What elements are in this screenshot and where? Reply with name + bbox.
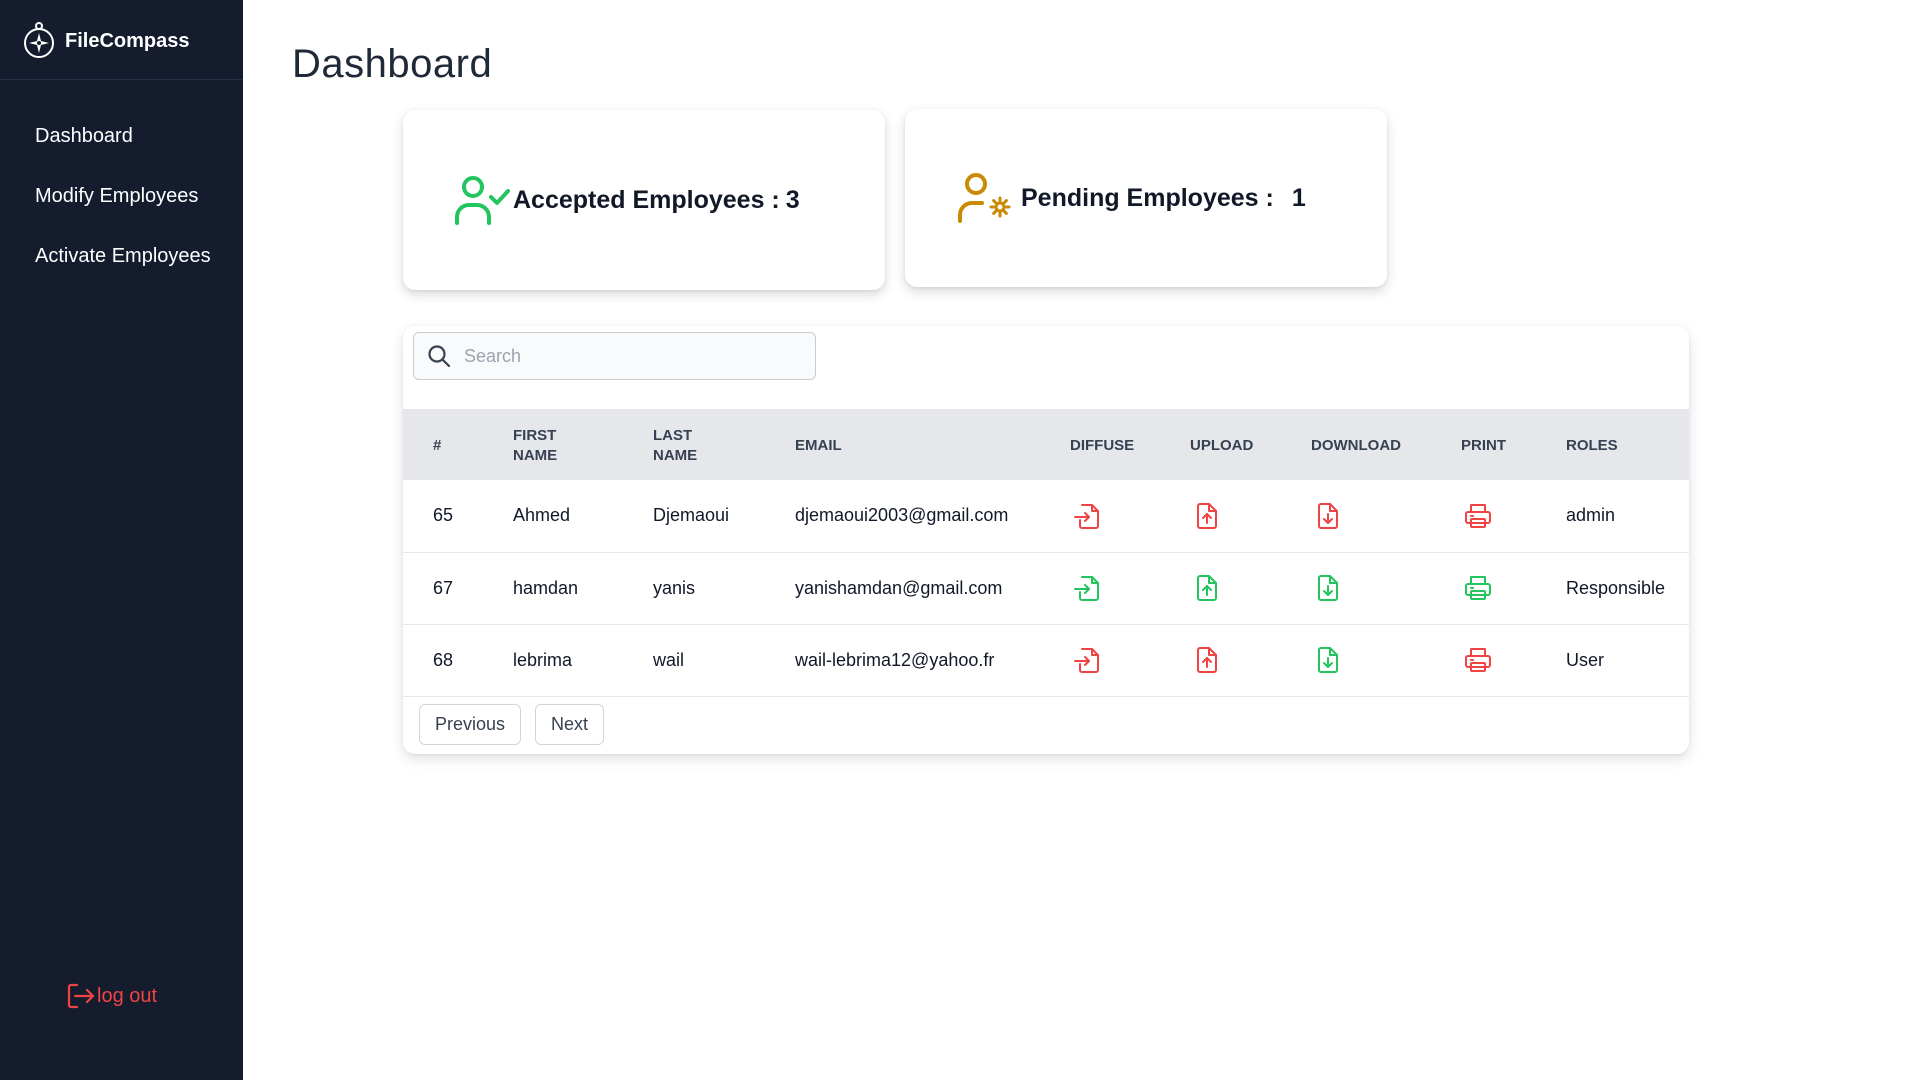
sidebar-item-dashboard[interactable]: Dashboard bbox=[0, 121, 243, 181]
cell-role: Responsible bbox=[1566, 577, 1666, 598]
user-gear-icon bbox=[958, 173, 1011, 223]
cell-first-name: lebrima bbox=[513, 649, 573, 670]
sidebar: FileCompass Dashboard Modify Employees A… bbox=[0, 0, 243, 1080]
cell-print bbox=[1461, 480, 1566, 552]
pending-employees-label: Pending Employees : bbox=[1021, 183, 1274, 212]
cell-email: yanishamdan@gmail.com bbox=[795, 577, 1003, 598]
column-header-email: EMAIL bbox=[795, 436, 842, 454]
table-header-row: # FIRST NAME LAST NAME EMAIL DIFFUSE UPL… bbox=[403, 409, 1689, 480]
column-header-first-name-text: FIRST NAME bbox=[513, 426, 558, 464]
table-row: 65 Ahmed Djemaoui djemaoui2003@gmail.com adm… bbox=[403, 480, 1689, 552]
accepted-employees-card: Accepted Employees : 3 bbox=[403, 110, 885, 290]
cell-first-name: Ahmed bbox=[513, 505, 571, 526]
table-row: 68 lebrima wail wail-lebrima12@yahoo.fr User bbox=[403, 624, 1689, 696]
column-header-id: # bbox=[433, 436, 442, 454]
cell-diffuse bbox=[1070, 552, 1190, 624]
cell-download bbox=[1311, 480, 1461, 552]
file-import-icon[interactable] bbox=[1072, 501, 1102, 531]
cell-role: User bbox=[1566, 649, 1605, 670]
accepted-employees-label: Accepted Employees : bbox=[513, 185, 780, 214]
cell-diffuse bbox=[1070, 624, 1190, 696]
file-download-icon[interactable] bbox=[1313, 573, 1343, 603]
brand[interactable]: FileCompass bbox=[0, 0, 243, 80]
printer-icon[interactable] bbox=[1463, 645, 1493, 675]
printer-icon[interactable] bbox=[1463, 501, 1493, 531]
cell-id: 68 bbox=[433, 649, 454, 670]
search-box[interactable] bbox=[413, 332, 816, 380]
cell-first-name: hamdan bbox=[513, 577, 579, 598]
cell-upload bbox=[1190, 480, 1311, 552]
cell-diffuse bbox=[1070, 480, 1190, 552]
pending-employees-card: Pending Employees : 1 bbox=[905, 109, 1387, 287]
column-header-roles: ROLES bbox=[1566, 436, 1618, 454]
file-upload-icon[interactable] bbox=[1192, 645, 1222, 675]
cell-email: wail-lebrima12@yahoo.fr bbox=[795, 649, 995, 670]
cell-role: admin bbox=[1566, 505, 1616, 526]
search-icon bbox=[428, 345, 451, 368]
cell-download bbox=[1311, 624, 1461, 696]
column-header-upload: UPLOAD bbox=[1190, 436, 1254, 454]
accepted-employees-count: 3 bbox=[785, 185, 800, 214]
next-button[interactable]: Next bbox=[535, 704, 605, 745]
cell-print bbox=[1461, 624, 1566, 696]
cell-id: 67 bbox=[433, 577, 454, 598]
column-header-download: DOWNLOAD bbox=[1311, 436, 1401, 454]
file-upload-icon[interactable] bbox=[1192, 501, 1222, 531]
employees-table: # FIRST NAME LAST NAME EMAIL DIFFUSE UPL… bbox=[403, 409, 1689, 697]
column-header-first-name: FIRST NAME bbox=[513, 409, 653, 480]
cell-last-name: wail bbox=[653, 649, 685, 670]
search-input[interactable] bbox=[464, 345, 804, 367]
sidebar-item-activate-employees[interactable]: Activate Employees bbox=[0, 241, 243, 301]
pending-employees-count: 1 bbox=[1291, 183, 1306, 212]
cell-email: djemaoui2003@gmail.com bbox=[795, 505, 1009, 526]
pagination: Previous Next bbox=[419, 704, 618, 745]
file-download-icon[interactable] bbox=[1313, 501, 1343, 531]
logout-button[interactable]: log out bbox=[66, 982, 157, 1010]
cell-print bbox=[1461, 552, 1566, 624]
printer-icon[interactable] bbox=[1463, 573, 1493, 603]
table-row: 67 hamdan yanis yanishamdan@gmail.com Respon… bbox=[403, 552, 1689, 624]
logout-label: log out bbox=[97, 984, 158, 1007]
previous-button[interactable]: Previous bbox=[419, 704, 522, 745]
column-header-last-name-text: LAST NAME bbox=[653, 426, 698, 464]
sidebar-nav: Dashboard Modify Employees Activate Empl… bbox=[0, 80, 243, 301]
file-import-icon[interactable] bbox=[1072, 645, 1102, 675]
cell-upload bbox=[1190, 552, 1311, 624]
cell-last-name: yanis bbox=[653, 577, 696, 598]
file-import-icon[interactable] bbox=[1072, 573, 1102, 603]
compass-icon bbox=[24, 21, 54, 58]
cell-last-name: Djemaoui bbox=[653, 505, 730, 526]
cell-upload bbox=[1190, 624, 1311, 696]
cell-download bbox=[1311, 552, 1461, 624]
file-upload-icon[interactable] bbox=[1192, 573, 1222, 603]
column-header-diffuse: DIFFUSE bbox=[1070, 436, 1135, 454]
brand-name: FileCompass bbox=[65, 30, 190, 52]
user-check-icon bbox=[455, 176, 510, 225]
file-download-icon[interactable] bbox=[1313, 645, 1343, 675]
logout-icon bbox=[67, 983, 95, 1009]
page-title: Dashboard bbox=[292, 42, 493, 86]
sidebar-item-modify-employees[interactable]: Modify Employees bbox=[0, 181, 243, 241]
column-header-print: PRINT bbox=[1461, 436, 1506, 454]
column-header-last-name: LAST NAME bbox=[653, 409, 795, 480]
cell-id: 65 bbox=[433, 505, 454, 526]
employees-table-card: # FIRST NAME LAST NAME EMAIL DIFFUSE UPL… bbox=[403, 326, 1689, 754]
